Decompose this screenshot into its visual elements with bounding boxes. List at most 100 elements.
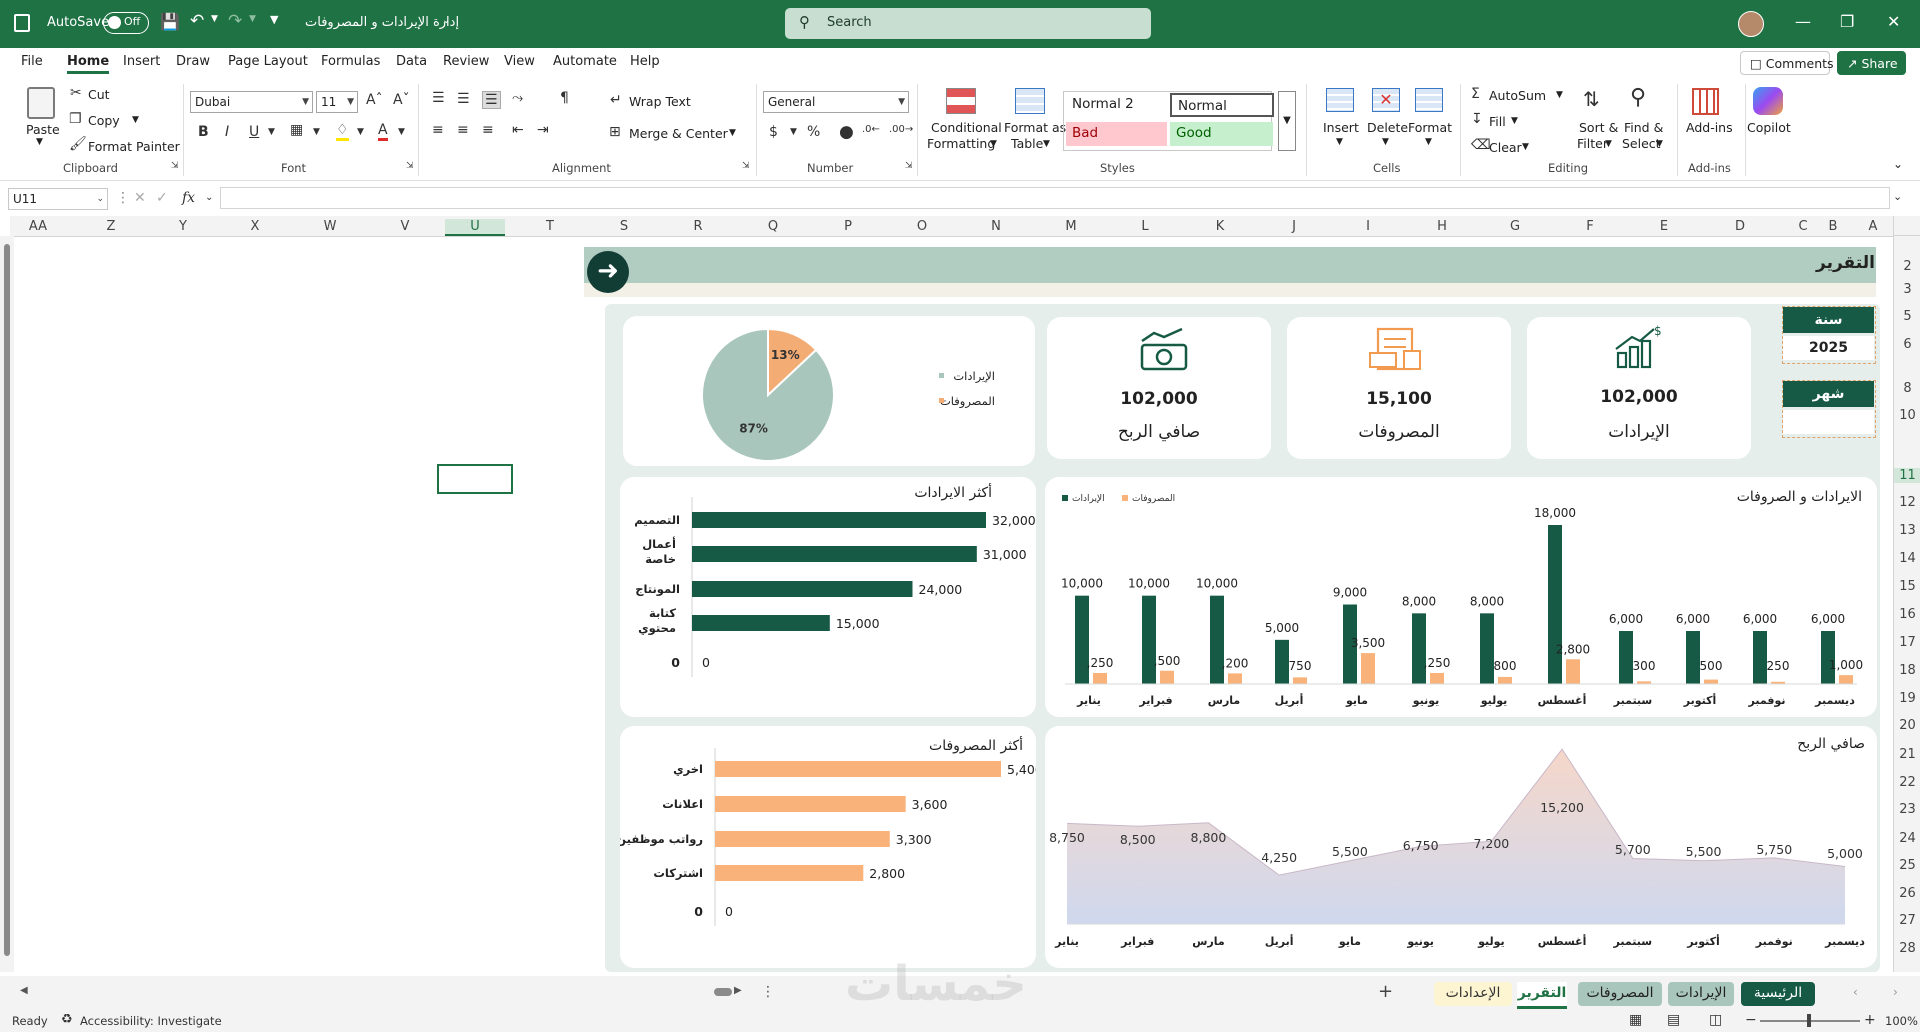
format-dropdown-icon[interactable]: ▼ bbox=[1425, 137, 1432, 147]
paste-dropdown-icon[interactable]: ▼ bbox=[36, 137, 43, 147]
save-icon[interactable]: 💾 bbox=[160, 12, 180, 31]
row-header-21[interactable]: 21 bbox=[1894, 747, 1920, 762]
column-header-m[interactable]: M bbox=[1041, 219, 1101, 234]
undo-icon[interactable]: ↶ bbox=[190, 11, 204, 31]
align-center-icon[interactable]: ≡ bbox=[457, 122, 469, 138]
column-header-g[interactable]: G bbox=[1485, 219, 1545, 234]
percent-icon[interactable]: % bbox=[807, 124, 820, 140]
decrease-decimal-icon[interactable]: .00→ bbox=[889, 124, 913, 135]
cancel-formula-icon[interactable]: ✕ bbox=[134, 190, 146, 206]
decrease-indent-icon[interactable]: ⇤ bbox=[512, 122, 524, 138]
column-header-l[interactable]: L bbox=[1115, 219, 1175, 234]
enter-formula-icon[interactable]: ✓ bbox=[156, 190, 168, 206]
cut-button[interactable]: Cut bbox=[88, 87, 110, 102]
clear-dropdown-icon[interactable]: ▼ bbox=[1522, 142, 1529, 152]
sheet-tab-expenses[interactable]: المصروفات bbox=[1578, 982, 1662, 1006]
format-table-dropdown-icon[interactable]: ▼ bbox=[1043, 139, 1050, 149]
row-header-24[interactable]: 24 bbox=[1894, 831, 1920, 846]
format-painter-button[interactable]: Format Painter bbox=[88, 139, 180, 154]
number-format-combo[interactable]: General ▼ bbox=[763, 91, 909, 113]
row-header-12[interactable]: 12 bbox=[1894, 495, 1920, 510]
comments-button[interactable]: □ Comments bbox=[1740, 51, 1834, 75]
menu-draw[interactable]: Draw bbox=[176, 54, 210, 69]
column-header-z[interactable]: Z bbox=[81, 219, 141, 234]
menu-file[interactable]: File bbox=[21, 54, 43, 69]
fill-dropdown-icon[interactable]: ▼ bbox=[1511, 116, 1518, 126]
currency-dropdown-icon[interactable]: ▼ bbox=[790, 127, 797, 137]
merge-dropdown-icon[interactable]: ▼ bbox=[729, 128, 736, 138]
italic-icon[interactable]: I bbox=[225, 124, 229, 140]
copy-icon[interactable]: ❐ bbox=[69, 111, 82, 127]
sheet-nav-left-icon[interactable]: ‹ bbox=[1853, 985, 1858, 999]
row-header-23[interactable]: 23 bbox=[1894, 802, 1920, 817]
column-header-y[interactable]: Y bbox=[153, 219, 213, 234]
formula-input[interactable] bbox=[220, 187, 1890, 209]
delete-cells-button[interactable]: Delete bbox=[1367, 120, 1408, 135]
borders-dropdown-icon[interactable]: ▼ bbox=[313, 127, 320, 137]
year-value[interactable]: 2025 bbox=[1783, 336, 1874, 360]
row-header-22[interactable]: 22 bbox=[1894, 775, 1920, 790]
font-color-icon[interactable]: A bbox=[378, 122, 388, 141]
column-header-w[interactable]: W bbox=[300, 219, 360, 234]
row-header-27[interactable]: 27 bbox=[1894, 913, 1920, 928]
number-launcher-icon[interactable]: ⇲ bbox=[905, 161, 913, 171]
row-header-16[interactable]: 16 bbox=[1894, 607, 1920, 622]
copy-button[interactable]: Copy bbox=[88, 113, 120, 128]
month-value[interactable] bbox=[1783, 410, 1874, 434]
column-header-d[interactable]: D bbox=[1710, 219, 1770, 234]
formula-more-icon[interactable]: ⋮ bbox=[116, 190, 130, 206]
format-cells-icon[interactable] bbox=[1415, 88, 1443, 112]
horizontal-scroll-thumb[interactable] bbox=[714, 988, 732, 996]
merge-center-icon[interactable]: ⊞ bbox=[609, 124, 621, 140]
sort-filter-icon[interactable]: ⇅ bbox=[1583, 87, 1600, 111]
search-box[interactable]: ⚲ Search bbox=[785, 8, 1151, 39]
merge-center-button[interactable]: Merge & Center bbox=[629, 126, 728, 141]
row-header-28[interactable]: 28 bbox=[1894, 941, 1920, 956]
name-box[interactable]: U11 ⌄ bbox=[8, 188, 108, 210]
row-header-20[interactable]: 20 bbox=[1894, 718, 1920, 733]
copy-dropdown-icon[interactable]: ▼ bbox=[132, 115, 139, 125]
user-avatar[interactable] bbox=[1738, 11, 1764, 37]
restore-icon[interactable]: ❐ bbox=[1840, 12, 1854, 31]
autosave-toggle[interactable]: Off bbox=[103, 12, 149, 34]
column-header-n[interactable]: N bbox=[966, 219, 1026, 234]
zoom-slider-thumb[interactable] bbox=[1807, 1014, 1811, 1027]
conditional-formatting-icon[interactable] bbox=[946, 88, 976, 114]
column-header-s[interactable]: S bbox=[594, 219, 654, 234]
borders-icon[interactable]: ▦ bbox=[290, 122, 303, 138]
column-header-u[interactable]: U bbox=[445, 219, 505, 236]
undo-dropdown-icon[interactable]: ▼ bbox=[211, 14, 218, 24]
row-header-18[interactable]: 18 bbox=[1894, 663, 1920, 678]
underline-dropdown-icon[interactable]: ▼ bbox=[268, 127, 275, 137]
style-bad[interactable]: Bad bbox=[1066, 122, 1167, 146]
autosum-dropdown-icon[interactable]: ▼ bbox=[1556, 90, 1563, 100]
fill-color-icon[interactable]: ♢ bbox=[336, 122, 349, 141]
copilot-button[interactable]: Copilot bbox=[1747, 120, 1791, 135]
rtl-icon[interactable]: ¶ bbox=[560, 90, 569, 106]
column-header-k[interactable]: K bbox=[1190, 219, 1250, 234]
sheet-nav-right-icon[interactable]: › bbox=[1893, 985, 1898, 999]
row-header-13[interactable]: 13 bbox=[1894, 523, 1920, 538]
minimize-icon[interactable]: — bbox=[1795, 12, 1811, 31]
fill-button[interactable]: Fill bbox=[1489, 114, 1506, 129]
column-header-t[interactable]: T bbox=[520, 219, 580, 234]
insert-function-icon[interactable]: fx bbox=[182, 190, 195, 206]
menu-help[interactable]: Help bbox=[630, 54, 660, 69]
menu-insert[interactable]: Insert bbox=[123, 54, 160, 69]
function-dropdown-icon[interactable]: ⌄ bbox=[205, 192, 213, 203]
menu-data[interactable]: Data bbox=[396, 54, 427, 69]
format-painter-icon[interactable]: 🖌 bbox=[69, 136, 87, 152]
normal-view-icon[interactable]: ▦ bbox=[1629, 1012, 1642, 1028]
find-dropdown-icon[interactable]: ▼ bbox=[1656, 139, 1663, 149]
column-header-q[interactable]: Q bbox=[743, 219, 803, 234]
clipboard-launcher-icon[interactable]: ⇲ bbox=[171, 161, 179, 171]
back-arrow-button[interactable]: ➜ bbox=[587, 251, 629, 293]
delete-dropdown-icon[interactable]: ▼ bbox=[1382, 137, 1389, 147]
column-header-j[interactable]: J bbox=[1264, 219, 1324, 234]
scroll-right-icon[interactable]: ▶ bbox=[734, 985, 742, 996]
zoom-level[interactable]: 100% bbox=[1885, 1014, 1918, 1028]
redo-icon[interactable]: ↷ bbox=[228, 11, 242, 31]
add-sheet-button[interactable]: + bbox=[1378, 981, 1393, 1002]
column-header-p[interactable]: P bbox=[818, 219, 878, 234]
sort-filter-button[interactable]: Sort & bbox=[1579, 120, 1618, 135]
